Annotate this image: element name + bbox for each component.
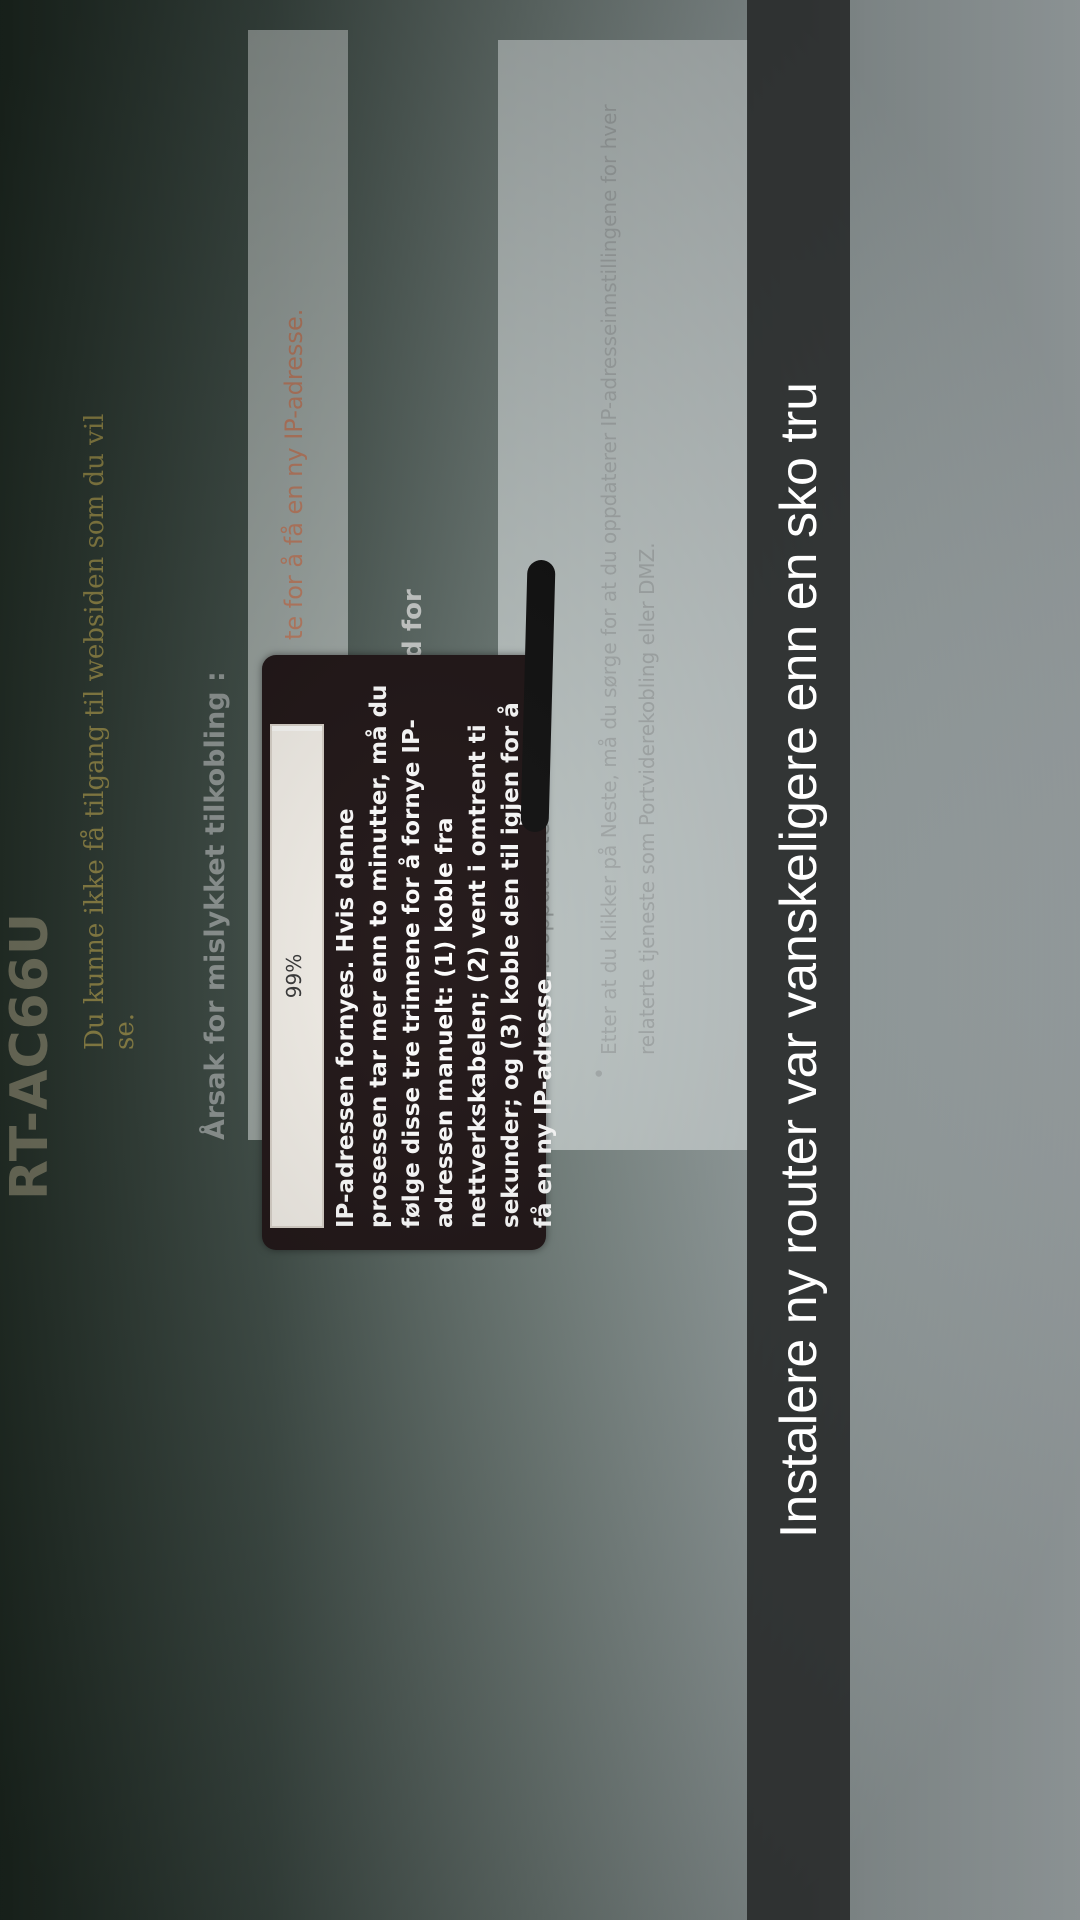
caption-text: Instalere ny router var vanskeligere enn… [769, 381, 828, 1539]
progress-bar: 99% [270, 724, 324, 1228]
router-web-page: RT-AC66U Du kunne ikke få tilgang til we… [0, 0, 1080, 1920]
info-text: Etter at du klikker på Neste, må du sørg… [597, 104, 659, 1055]
page-title: RT-AC66U [0, 911, 60, 1200]
ip-renew-dialog: 99% IP-adressen fornyes. Hvis denne pros… [262, 655, 557, 1250]
progress-label: 99% [282, 953, 306, 999]
bullet-icon: • [588, 1067, 613, 1080]
reason-heading: Årsak for mislykket tilkobling : [200, 671, 231, 1140]
reason-text: te for å få en ny IP-adresse. [280, 308, 308, 640]
caption-bar: Instalere ny router var vanskeligere enn… [747, 0, 850, 1920]
page-subtitle: Du kunne ikke få tilgang til websiden so… [80, 413, 140, 1050]
